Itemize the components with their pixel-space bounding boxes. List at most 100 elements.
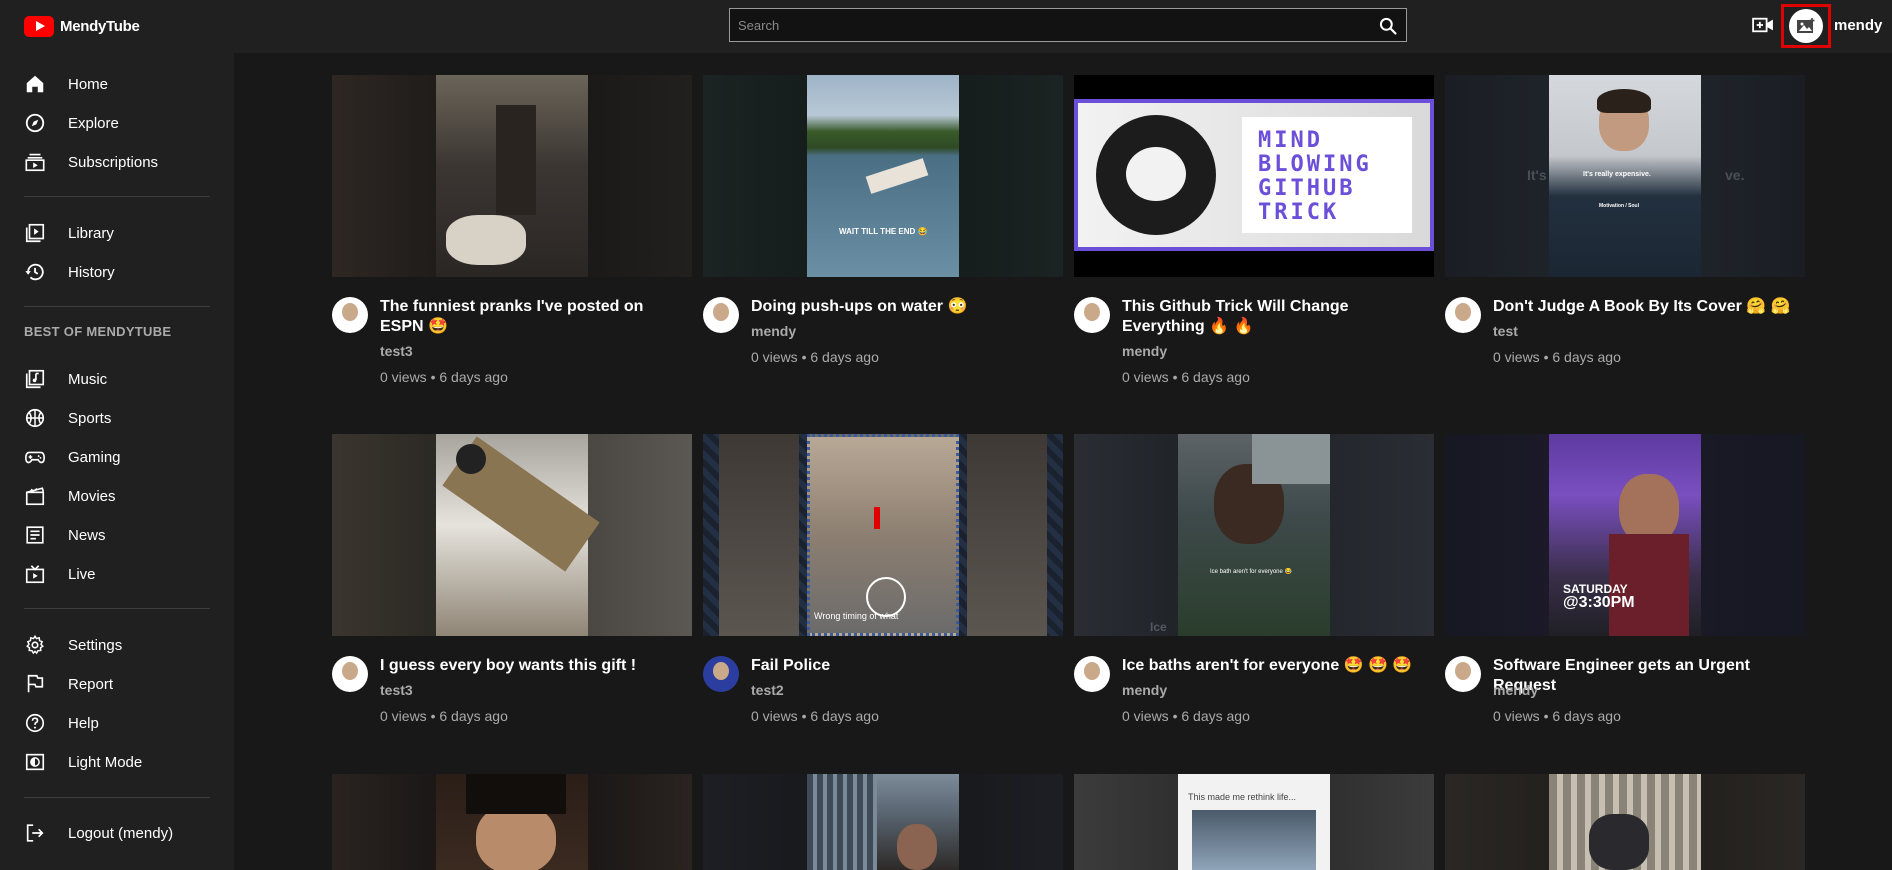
video-card[interactable]: WAIT TILL THE END 😂 Doing push-ups on wa… [703, 75, 1063, 377]
channel-name[interactable]: mendy [1122, 343, 1167, 359]
video-title[interactable]: This Github Trick Will Change Everything… [1122, 297, 1432, 337]
video-card[interactable] [1445, 774, 1805, 870]
user-avatar-button[interactable] [1781, 4, 1831, 48]
video-card[interactable]: This made me rethink life... [1074, 774, 1434, 870]
channel-avatar[interactable] [1074, 656, 1110, 692]
video-card[interactable] [332, 774, 692, 870]
video-thumbnail[interactable]: WAIT TILL THE END 😂 [703, 75, 1063, 277]
video-title[interactable]: Doing push-ups on water 😳 [751, 297, 1061, 317]
sidebar-item-movies[interactable]: Movies [24, 484, 116, 508]
sidebar-item-settings[interactable]: Settings [24, 633, 122, 657]
news-icon [26, 526, 44, 544]
search-icon[interactable] [1378, 16, 1398, 36]
channel-name[interactable]: test [1493, 323, 1518, 339]
channel-avatar[interactable] [1445, 297, 1481, 333]
video-card[interactable]: The funniest pranks I've posted on ESPN … [332, 75, 692, 385]
channel-avatar[interactable] [332, 656, 368, 692]
channel-avatar[interactable] [1445, 656, 1481, 692]
channel-name[interactable]: test3 [380, 682, 413, 698]
sidebar-item-history[interactable]: History [24, 260, 115, 284]
video-card[interactable]: I guess every boy wants this gift ! test… [332, 434, 692, 736]
video-title[interactable]: Ice baths aren't for everyone 🤩 🤩 🤩 [1122, 656, 1432, 676]
video-card[interactable]: Ice Ice bath aren't for everyone 😂 Ice b… [1074, 434, 1434, 736]
video-title[interactable]: Software Engineer gets an Urgent Request [1493, 656, 1803, 696]
video-stats: 0 views • 6 days ago [380, 708, 508, 724]
video-stats: 0 views • 6 days ago [380, 369, 508, 385]
video-thumbnail[interactable] [703, 774, 1063, 870]
video-card[interactable]: SATURDAY @3:30PM Software Engineer gets … [1445, 434, 1805, 736]
header-username[interactable]: mendy [1834, 17, 1882, 34]
history-icon [25, 263, 44, 281]
channel-avatar[interactable] [332, 297, 368, 333]
video-title[interactable]: The funniest pranks I've posted on ESPN … [380, 297, 690, 337]
movies-icon [25, 487, 45, 506]
thumbnail-caption: Ice [1150, 620, 1167, 634]
home-icon [26, 75, 44, 93]
sidebar-item-report[interactable]: Report [24, 672, 113, 696]
video-card[interactable]: It's ve. It's really expensive. Motivati… [1445, 75, 1805, 377]
thumbnail-caption: It's [1527, 167, 1547, 183]
channel-name[interactable]: mendy [1122, 682, 1167, 698]
video-thumbnail[interactable] [332, 75, 692, 277]
sidebar-item-light-mode[interactable]: Light Mode [24, 750, 142, 774]
channel-name[interactable]: test3 [380, 343, 413, 359]
channel-avatar[interactable] [703, 656, 739, 692]
video-thumbnail[interactable]: This made me rethink life... [1074, 774, 1434, 870]
video-thumbnail[interactable]: Wrong timing of what [703, 434, 1063, 636]
sidebar: Home Explore Subscriptions Library Histo… [0, 53, 234, 870]
video-card[interactable]: Wrong timing of what Fail Police test2 0… [703, 434, 1063, 736]
gaming-icon [25, 451, 45, 464]
video-thumbnail[interactable]: Ice Ice bath aren't for everyone 😂 [1074, 434, 1434, 636]
video-thumbnail[interactable] [332, 774, 692, 870]
video-card[interactable] [703, 774, 1063, 870]
channel-name[interactable]: test2 [751, 682, 784, 698]
flag-icon [27, 674, 44, 693]
video-stats: 0 views • 6 days ago [1493, 708, 1621, 724]
thumbnail-caption: WAIT TILL THE END 😂 [839, 227, 928, 236]
logo[interactable]: MendyTube [24, 16, 140, 37]
sidebar-item-label: Gaming [68, 448, 121, 466]
video-title[interactable]: I guess every boy wants this gift ! [380, 656, 690, 676]
channel-avatar[interactable] [703, 297, 739, 333]
channel-avatar[interactable] [1074, 297, 1110, 333]
sidebar-item-home[interactable]: Home [24, 72, 108, 96]
sidebar-item-live[interactable]: Live [24, 562, 96, 586]
sidebar-item-label: Subscriptions [68, 153, 159, 171]
sidebar-divider [24, 608, 210, 609]
sidebar-item-sports[interactable]: Sports [24, 406, 111, 430]
video-thumbnail[interactable] [332, 434, 692, 636]
sidebar-item-label: History [68, 263, 115, 281]
sidebar-item-logout[interactable]: Logout (mendy) [24, 821, 173, 845]
channel-name[interactable]: mendy [751, 323, 796, 339]
video-card[interactable]: MIND BLOWING GITHUB TRICK This Github Tr… [1074, 75, 1434, 385]
search-input[interactable] [730, 9, 1350, 41]
create-video-icon[interactable] [1752, 16, 1774, 34]
subscriptions-icon [25, 153, 45, 172]
video-title[interactable]: Fail Police [751, 656, 1061, 676]
sidebar-item-explore[interactable]: Explore [24, 111, 119, 135]
sidebar-item-label: Settings [68, 636, 123, 654]
sidebar-item-subscriptions[interactable]: Subscriptions [24, 150, 158, 174]
sidebar-item-library[interactable]: Library [24, 221, 114, 245]
channel-name[interactable]: mendy [1493, 682, 1538, 698]
sidebar-item-label: Light Mode [68, 753, 143, 771]
sidebar-item-gaming[interactable]: Gaming [24, 445, 121, 469]
video-thumbnail[interactable]: It's ve. It's really expensive. Motivati… [1445, 75, 1805, 277]
sidebar-item-label: Help [68, 714, 99, 732]
video-thumbnail[interactable]: MIND BLOWING GITHUB TRICK [1074, 75, 1434, 277]
sidebar-item-help[interactable]: Help [24, 711, 99, 735]
sidebar-section-title: BEST OF MENDYTUBE [24, 324, 172, 339]
search-bar [729, 8, 1407, 42]
avatar [1789, 9, 1823, 43]
help-icon [25, 713, 45, 733]
sidebar-item-label: Home [68, 75, 109, 93]
thumbnail-caption: ve. [1725, 167, 1745, 183]
sidebar-item-music[interactable]: Music [24, 367, 107, 391]
video-title[interactable]: Don't Judge A Book By Its Cover 🤗 🤗 [1493, 297, 1803, 317]
sidebar-item-news[interactable]: News [24, 523, 106, 547]
app-title: MendyTube [60, 18, 140, 35]
video-thumbnail[interactable] [1445, 774, 1805, 870]
video-thumbnail[interactable]: SATURDAY @3:30PM [1445, 434, 1805, 636]
image-avatar-icon [1797, 18, 1815, 33]
sidebar-item-label: Live [68, 565, 96, 583]
